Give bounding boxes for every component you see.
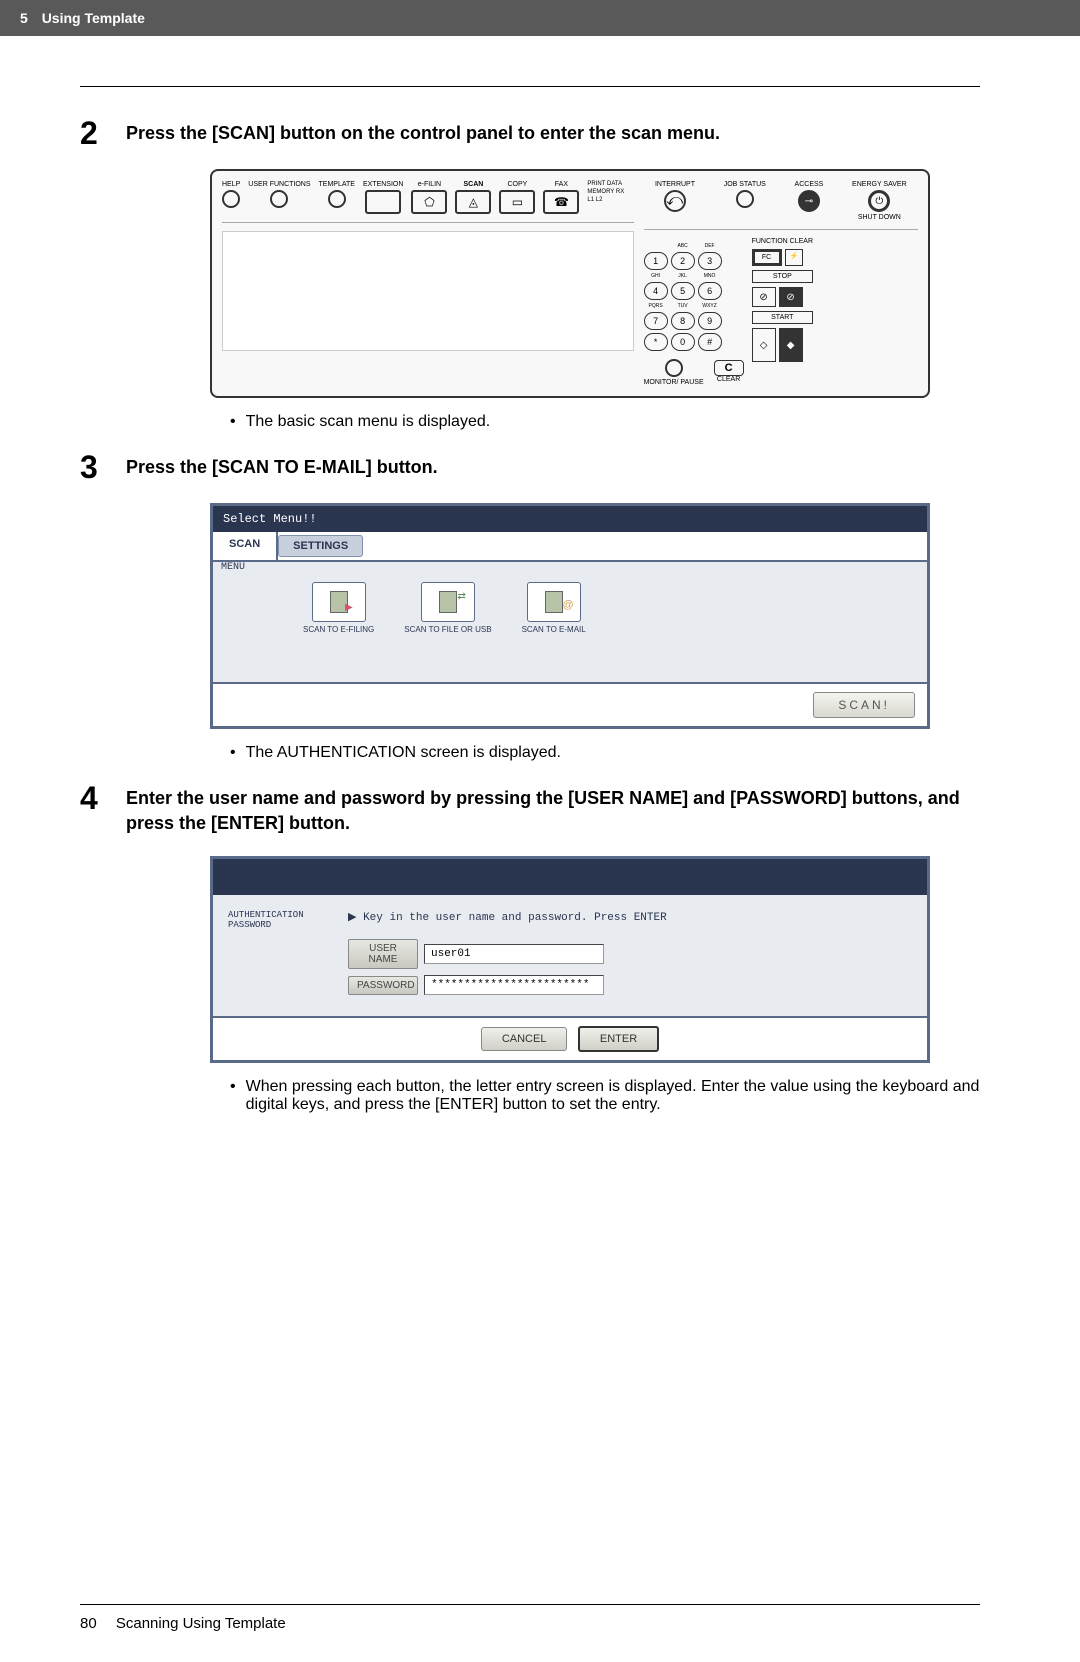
monitor-pause-button[interactable] bbox=[665, 359, 683, 377]
step-number: 2 bbox=[80, 117, 110, 149]
step-text: Press the [SCAN] button on the control p… bbox=[126, 117, 720, 146]
cancel-button[interactable]: CANCEL bbox=[481, 1027, 568, 1051]
scan-to-efiling-button[interactable]: ▶ SCAN TO E-FILING bbox=[303, 582, 374, 662]
section-divider bbox=[80, 86, 980, 87]
scan-to-file-button[interactable]: ⇄ SCAN TO FILE OR USB bbox=[404, 582, 491, 662]
control-panel-figure: HELP USER FUNCTIONS TEMPLATE EXTENSION bbox=[210, 169, 980, 398]
footer-title: Scanning Using Template bbox=[116, 1615, 286, 1632]
scan-to-email-button[interactable]: @ SCAN TO E-MAIL bbox=[522, 582, 586, 662]
auth-side-label: AUTHENTICATION PASSWORD bbox=[228, 910, 328, 1001]
numeric-keypad[interactable]: ABCDEF 1 2 3 GHIJKLMNO 4 5 6 PQRSTUVWXYZ… bbox=[644, 243, 744, 351]
step-4: 4 Enter the user name and password by pr… bbox=[80, 782, 980, 836]
enter-button[interactable]: ENTER bbox=[578, 1026, 659, 1052]
user-name-field[interactable]: user01 bbox=[424, 944, 604, 964]
user-functions-button[interactable]: USER FUNCTIONS bbox=[248, 181, 310, 210]
tab-settings[interactable]: SETTINGS bbox=[278, 535, 363, 557]
help-button[interactable]: HELP bbox=[222, 181, 240, 210]
key-5[interactable]: 5 bbox=[671, 282, 695, 300]
stop-color-btn[interactable]: ⊘ bbox=[752, 287, 776, 307]
step-number: 4 bbox=[80, 782, 110, 814]
key-4[interactable]: 4 bbox=[644, 282, 668, 300]
indicator-column: PRINT DATA MEMORY RX L1 L2 bbox=[587, 181, 624, 203]
stop-mono-btn[interactable]: ⊘ bbox=[779, 287, 803, 307]
key-0[interactable]: 0 bbox=[671, 333, 695, 351]
copy-button[interactable]: COPY ▭ bbox=[499, 181, 535, 214]
password-field[interactable]: ************************ bbox=[424, 975, 604, 995]
key-6[interactable]: 6 bbox=[698, 282, 722, 300]
energy-saver-button[interactable]: ENERGY SAVER ⏻ SHUT DOWN bbox=[852, 181, 907, 221]
scan-menu-screen: Select Menu!! SCAN SETTINGS MENU ▶ SCAN … bbox=[210, 503, 930, 729]
chapter-header: 5 Using Template bbox=[0, 0, 1080, 36]
access-button[interactable]: ACCESS ⊸ bbox=[795, 181, 824, 221]
auth-header bbox=[213, 859, 927, 895]
step-number: 3 bbox=[80, 451, 110, 483]
page-number: 80 bbox=[80, 1615, 97, 1632]
efiling-button[interactable]: e-FILIN ⬠ bbox=[411, 181, 447, 214]
step-text: Enter the user name and password by pres… bbox=[126, 782, 980, 836]
fax-button[interactable]: FAX ☎ bbox=[543, 181, 579, 214]
key-8[interactable]: 8 bbox=[671, 312, 695, 330]
key-9[interactable]: 9 bbox=[698, 312, 722, 330]
menu-label: MENU bbox=[221, 562, 245, 573]
step4-bullet: When pressing each button, the letter en… bbox=[230, 1078, 980, 1114]
start-label: START bbox=[752, 311, 813, 324]
template-button[interactable]: TEMPLATE bbox=[319, 181, 355, 210]
clear-button[interactable]: C bbox=[714, 360, 744, 376]
key-1[interactable]: 1 bbox=[644, 252, 668, 270]
step3-bullet: The AUTHENTICATION screen is displayed. bbox=[230, 744, 980, 762]
user-name-button[interactable]: USER NAME bbox=[348, 939, 418, 969]
scan-menu-tabs: SCAN SETTINGS bbox=[213, 532, 927, 562]
function-clear-button[interactable]: FC bbox=[752, 249, 782, 266]
start-mono-button[interactable]: ◆ bbox=[779, 328, 803, 362]
step-2: 2 Press the [SCAN] button on the control… bbox=[80, 117, 980, 149]
interrupt-button[interactable]: INTERRUPT ⤺ bbox=[655, 181, 695, 221]
scan-start-button[interactable]: SCAN! bbox=[813, 692, 915, 718]
extension-button[interactable]: EXTENSION bbox=[363, 181, 403, 214]
auth-screen: AUTHENTICATION PASSWORD ▶ Key in the use… bbox=[210, 856, 930, 1063]
step-3: 3 Press the [SCAN TO E-MAIL] button. bbox=[80, 451, 980, 483]
control-panel: HELP USER FUNCTIONS TEMPLATE EXTENSION bbox=[210, 169, 930, 398]
key-2[interactable]: 2 bbox=[671, 252, 695, 270]
tab-scan[interactable]: SCAN bbox=[213, 532, 278, 560]
scan-button[interactable]: SCAN ◬ bbox=[455, 181, 491, 214]
key-hash[interactable]: # bbox=[698, 333, 722, 351]
chapter-number: 5 bbox=[20, 10, 28, 26]
fc-led: ⚡ bbox=[785, 249, 804, 266]
key-3[interactable]: 3 bbox=[698, 252, 722, 270]
job-status-button[interactable]: JOB STATUS bbox=[724, 181, 766, 221]
step2-bullet: The basic scan menu is displayed. bbox=[230, 413, 980, 431]
auth-prompt: ▶ Key in the user name and password. Pre… bbox=[348, 910, 912, 924]
key-7[interactable]: 7 bbox=[644, 312, 668, 330]
stop-button[interactable]: STOP bbox=[752, 270, 813, 283]
auth-figure: AUTHENTICATION PASSWORD ▶ Key in the use… bbox=[210, 856, 980, 1063]
scan-menu-title: Select Menu!! bbox=[213, 506, 927, 532]
start-color-button[interactable]: ◇ bbox=[752, 328, 776, 362]
key-star[interactable]: * bbox=[644, 333, 668, 351]
chapter-title: Using Template bbox=[42, 10, 145, 26]
scan-menu-figure: Select Menu!! SCAN SETTINGS MENU ▶ SCAN … bbox=[210, 503, 980, 729]
control-panel-screen bbox=[222, 231, 634, 351]
step-text: Press the [SCAN TO E-MAIL] button. bbox=[126, 451, 438, 480]
page-footer: 80 Scanning Using Template bbox=[80, 1604, 980, 1632]
password-button[interactable]: PASSWORD bbox=[348, 976, 418, 995]
